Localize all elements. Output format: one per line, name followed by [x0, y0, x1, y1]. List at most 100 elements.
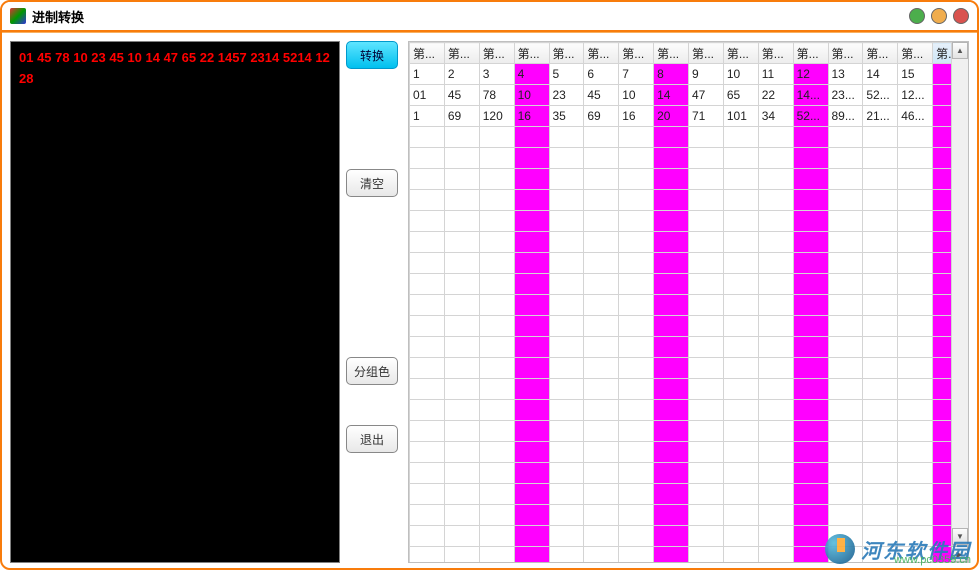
table-cell: [898, 400, 933, 421]
table-cell: [654, 400, 689, 421]
table-cell: [654, 148, 689, 169]
table-cell: [410, 295, 445, 316]
table-cell: [898, 211, 933, 232]
group-color-button[interactable]: 分组色: [346, 357, 398, 385]
table-row[interactable]: [410, 211, 968, 232]
table-cell: [898, 442, 933, 463]
table-cell: [584, 484, 619, 505]
column-header[interactable]: 第...: [444, 43, 479, 64]
table-cell: 12: [793, 64, 828, 85]
table-row[interactable]: [410, 526, 968, 547]
table-cell: [898, 190, 933, 211]
maximize-button[interactable]: [931, 8, 947, 24]
table-row[interactable]: [410, 295, 968, 316]
table-cell: [828, 484, 863, 505]
table-cell: [584, 148, 619, 169]
table-cell: [863, 211, 898, 232]
table-cell: [758, 211, 793, 232]
column-header[interactable]: 第...: [514, 43, 549, 64]
column-header[interactable]: 第...: [723, 43, 758, 64]
column-header[interactable]: 第...: [828, 43, 863, 64]
table-cell: [444, 337, 479, 358]
convert-button[interactable]: 转换: [346, 41, 398, 69]
exit-button[interactable]: 退出: [346, 425, 398, 453]
column-header[interactable]: 第...: [654, 43, 689, 64]
table-cell: [514, 211, 549, 232]
table-cell: [410, 526, 445, 547]
table-row[interactable]: [410, 505, 968, 526]
table-cell: [619, 442, 654, 463]
column-header[interactable]: 第...: [410, 43, 445, 64]
table-row[interactable]: [410, 337, 968, 358]
table-row[interactable]: [410, 274, 968, 295]
table-cell: [654, 421, 689, 442]
table-cell: [723, 190, 758, 211]
table-cell: [549, 379, 584, 400]
column-header[interactable]: 第...: [619, 43, 654, 64]
table-cell: [584, 190, 619, 211]
table-row[interactable]: [410, 421, 968, 442]
table-cell: [619, 547, 654, 564]
minimize-button[interactable]: [909, 8, 925, 24]
table-cell: 1: [410, 106, 445, 127]
table-cell: [758, 148, 793, 169]
table-row[interactable]: [410, 358, 968, 379]
table-cell: 35: [549, 106, 584, 127]
table-cell: [549, 253, 584, 274]
column-header[interactable]: 第...: [898, 43, 933, 64]
column-header[interactable]: 第...: [793, 43, 828, 64]
table-row[interactable]: [410, 148, 968, 169]
table-cell: [723, 400, 758, 421]
table-row[interactable]: [410, 484, 968, 505]
table-cell: [479, 337, 514, 358]
column-header[interactable]: 第...: [863, 43, 898, 64]
table-cell: [514, 295, 549, 316]
table-row[interactable]: [410, 190, 968, 211]
data-grid[interactable]: 第...第...第...第...第...第...第...第...第...第...…: [408, 41, 969, 563]
table-cell: [619, 337, 654, 358]
column-header[interactable]: 第...: [758, 43, 793, 64]
table-cell: [898, 421, 933, 442]
table-row[interactable]: [410, 547, 968, 564]
column-header[interactable]: 第...: [689, 43, 724, 64]
table-cell: [410, 442, 445, 463]
column-header[interactable]: 第...: [584, 43, 619, 64]
vertical-scrollbar[interactable]: ▲ ▼: [951, 42, 968, 562]
table-row[interactable]: [410, 232, 968, 253]
table-cell: [723, 337, 758, 358]
table-row[interactable]: 014578102345101447652214...23...52...12.…: [410, 85, 968, 106]
table-cell: [410, 463, 445, 484]
scroll-up-button[interactable]: ▲: [952, 42, 968, 59]
table-cell: [689, 127, 724, 148]
column-header[interactable]: 第...: [549, 43, 584, 64]
table-cell: [758, 379, 793, 400]
table-row[interactable]: [410, 379, 968, 400]
table-cell: 23: [549, 85, 584, 106]
scroll-right-button[interactable]: ▶: [951, 546, 968, 562]
table-row[interactable]: [410, 400, 968, 421]
table-cell: [898, 379, 933, 400]
table-row[interactable]: [410, 169, 968, 190]
table-row[interactable]: [410, 127, 968, 148]
table-cell: [654, 190, 689, 211]
table-row[interactable]: [410, 463, 968, 484]
table-cell: [584, 316, 619, 337]
table-cell: [549, 547, 584, 564]
table-cell: [514, 442, 549, 463]
table-row[interactable]: [410, 316, 968, 337]
clear-button[interactable]: 清空: [346, 169, 398, 197]
close-button[interactable]: [953, 8, 969, 24]
table-cell: 12...: [898, 85, 933, 106]
input-panel[interactable]: 01 45 78 10 23 45 10 14 47 65 22 1457 23…: [10, 41, 340, 563]
app-icon: [10, 8, 26, 24]
table-cell: [758, 274, 793, 295]
table-cell: [549, 211, 584, 232]
table-cell: [410, 547, 445, 564]
table-row[interactable]: [410, 442, 968, 463]
table-row[interactable]: 1691201635691620711013452...89...21...46…: [410, 106, 968, 127]
table-row[interactable]: [410, 253, 968, 274]
table-row[interactable]: 123456789101112131415: [410, 64, 968, 85]
column-header[interactable]: 第...: [479, 43, 514, 64]
scroll-down-button[interactable]: ▼: [952, 528, 968, 545]
table-cell: [793, 505, 828, 526]
